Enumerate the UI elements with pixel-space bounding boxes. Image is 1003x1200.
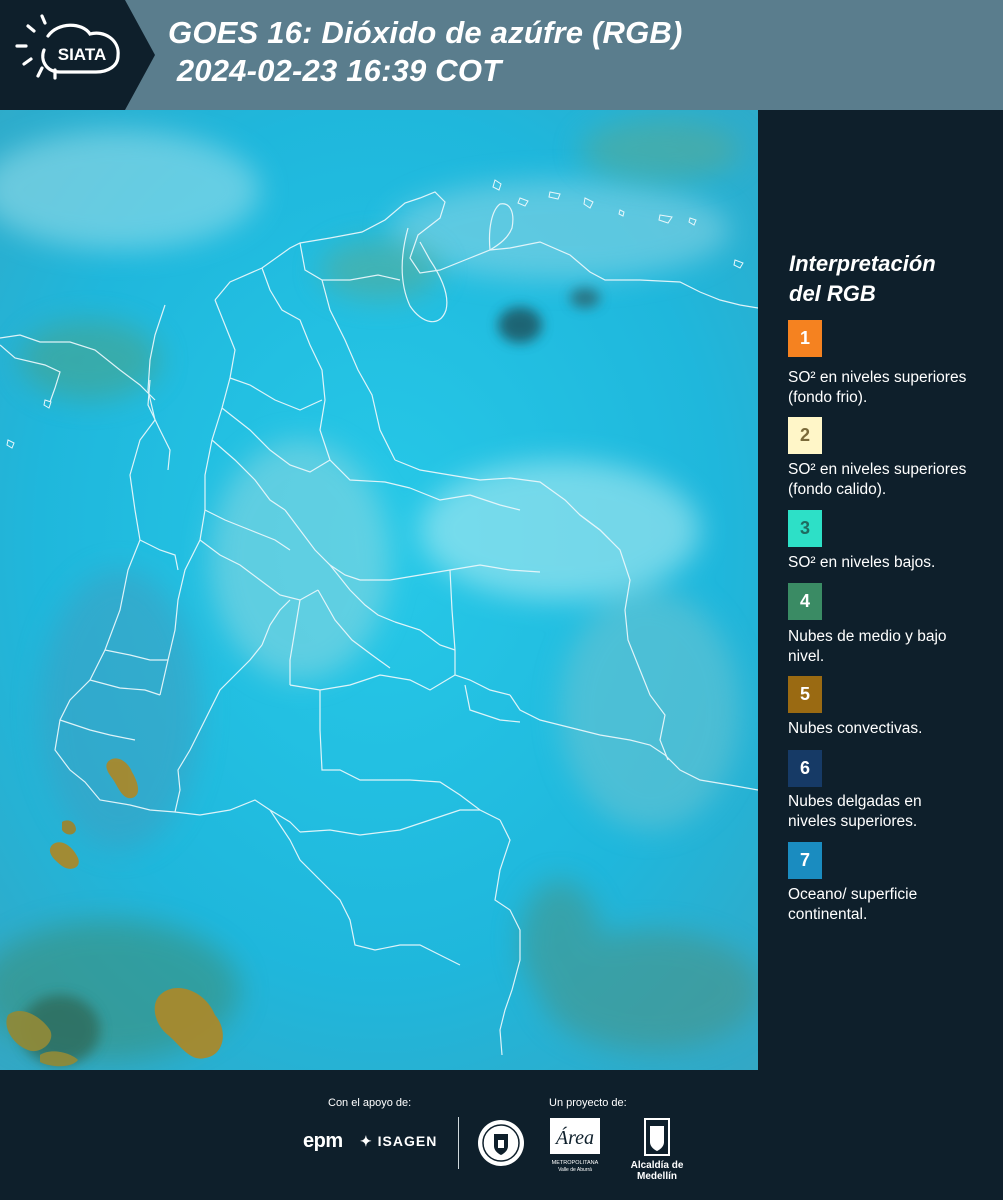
epm-logo: epm [303, 1130, 343, 1152]
satellite-image-colombia [0, 110, 758, 1070]
support-label: Con el apoyo de: [328, 1097, 412, 1109]
footer: Con el apoyo de: Un proyecto de: epm ✦ I… [0, 1070, 1003, 1200]
medellin-seal-logo [476, 1118, 526, 1168]
legend-label-7: Oceano/ superficie continental. [788, 886, 918, 923]
legend-swatch-3: 3 [788, 510, 822, 547]
title-product: GOES 16: Dióxido de azúfre (RGB) [168, 15, 683, 50]
legend-label-3: SO² en niveles bajos. [788, 554, 936, 571]
legend-swatch-4: 4 [788, 583, 822, 620]
page-title: GOES 16: Dióxido de azúfre (RGB) 2024-02… [168, 14, 683, 90]
legend-label-5: Nubes convectivas. [788, 720, 923, 737]
legend-swatch-5: 5 [788, 676, 822, 713]
header-bar: SIATA GOES 16: Dióxido de azúfre (RGB) 2… [0, 0, 1003, 110]
legend-panel: Interpretación del RGB 1 SO² en niveles … [758, 110, 1003, 1070]
isagen-mark-icon: ✦ [360, 1133, 373, 1149]
legend-swatch-7: 7 [788, 842, 822, 879]
legend-swatch-2: 2 [788, 417, 822, 454]
project-label: Un proyecto de: [549, 1097, 627, 1109]
isagen-logo: ✦ ISAGEN [360, 1133, 438, 1149]
siata-logo: SIATA [0, 0, 155, 110]
legend-label-1: SO² en niveles superiores (fondo frio). [788, 369, 967, 406]
legend-swatch-1: 1 [788, 320, 822, 357]
title-timestamp: 2024-02-23 16:39 COT [168, 53, 502, 88]
footer-divider [458, 1117, 459, 1169]
satellite-map [0, 110, 758, 1070]
legend-title: Interpretación del RGB [789, 251, 936, 306]
legend-label-6: Nubes delgadas en niveles superiores. [788, 793, 922, 830]
svg-text:Área: Área [554, 1126, 594, 1149]
legend-label-2: SO² en niveles superiores (fondo calido)… [788, 461, 967, 498]
area-metropolitana-logo: Área METROPOLITANA Valle de Aburrá [550, 1118, 600, 1173]
legend-swatch-6: 6 [788, 750, 822, 787]
svg-text:SIATA: SIATA [58, 45, 106, 64]
legend-label-4: Nubes de medio y bajo nivel. [788, 628, 947, 665]
alcaldia-medellin-logo: Alcaldía de Medellín [612, 1118, 702, 1182]
